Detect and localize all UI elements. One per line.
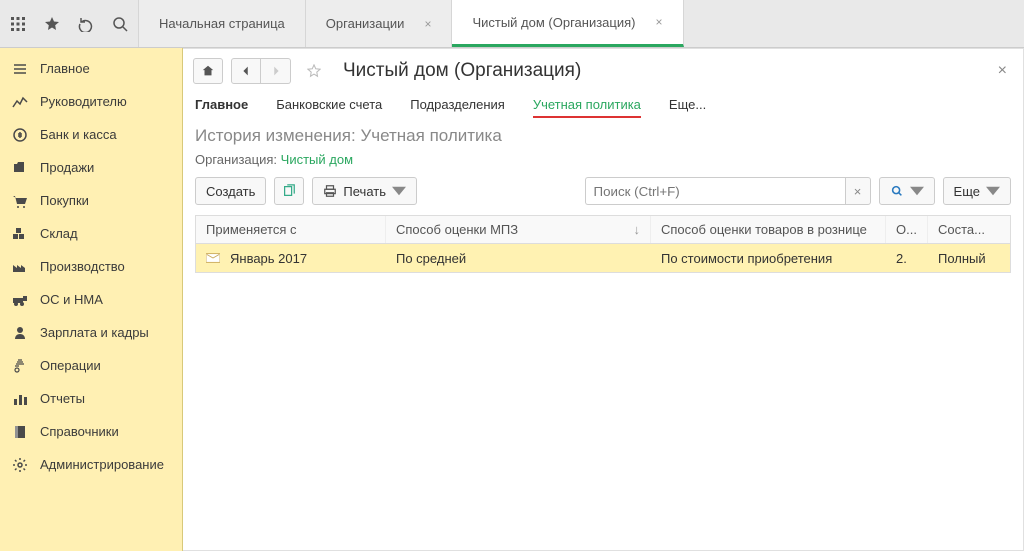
favorite-star-icon[interactable]	[299, 58, 329, 84]
cell-sostav: Полный	[928, 251, 1010, 266]
col-retail-method[interactable]: Способ оценки товаров в рознице	[651, 216, 886, 243]
subnav-bank-accounts[interactable]: Банковские счета	[276, 97, 382, 118]
sidebar-item-admin[interactable]: Администрирование	[0, 448, 182, 481]
main-toolbar: Чистый дом (Организация) ×	[183, 49, 1023, 93]
org-value[interactable]: Чистый дом	[281, 152, 353, 167]
action-bar: Создать Печать × Еще	[183, 177, 1023, 215]
sidebar-item-label: Главное	[40, 61, 90, 76]
sidebar-item-warehouse[interactable]: Склад	[0, 217, 182, 250]
close-icon[interactable]: ×	[655, 15, 662, 29]
forward-button[interactable]	[261, 58, 291, 84]
cell-retail: По стоимости приобретения	[651, 251, 886, 266]
top-icon-group	[0, 0, 139, 47]
col-sostav[interactable]: Соста...	[928, 216, 1010, 243]
button-label: Печать	[343, 184, 386, 199]
sidebar-item-label: Руководителю	[40, 94, 127, 109]
page-title: Чистый дом (Организация)	[343, 60, 581, 82]
sidebar-item-label: Администрирование	[40, 457, 164, 472]
sidebar-item-main[interactable]: Главное	[0, 52, 182, 85]
tab-start-page[interactable]: Начальная страница	[139, 0, 306, 47]
sidebar-item-manager[interactable]: Руководителю	[0, 85, 182, 118]
close-button[interactable]: ×	[992, 62, 1013, 80]
sidebar-item-purchases[interactable]: Покупки	[0, 184, 182, 217]
sidebar-item-reports[interactable]: Отчеты	[0, 382, 182, 415]
sidebar-item-label: Покупки	[40, 193, 89, 208]
star-icon[interactable]	[42, 14, 62, 34]
subnav-main[interactable]: Главное	[195, 97, 248, 118]
sidebar-item-sales[interactable]: Продажи	[0, 151, 182, 184]
sidebar-item-label: Зарплата и кадры	[40, 325, 149, 340]
section-nav: Главное Банковские счета Подразделения У…	[183, 93, 1023, 120]
sidebar-nav: Главное Руководителю Банк и касса Продаж…	[0, 48, 183, 551]
create-button[interactable]: Создать	[195, 177, 266, 205]
col-mpz-method[interactable]: Способ оценки МПЗ↓	[386, 216, 651, 243]
back-button[interactable]	[231, 58, 261, 84]
org-label: Организация:	[195, 152, 277, 167]
cell-mpz: По средней	[386, 251, 651, 266]
organization-line: Организация: Чистый дом	[183, 148, 1023, 177]
search-input[interactable]	[585, 177, 845, 205]
sidebar-item-label: ОС и НМА	[40, 292, 103, 307]
cell-short: 2.	[886, 251, 928, 266]
more-button[interactable]: Еще	[943, 177, 1011, 205]
sort-indicator-icon: ↓	[634, 222, 641, 237]
sidebar-item-label: Производство	[40, 259, 125, 274]
tab-organizations[interactable]: Организации ×	[306, 0, 453, 47]
sidebar-item-label: Отчеты	[40, 391, 85, 406]
col-short[interactable]: О...	[886, 216, 928, 243]
tab-label: Чистый дом (Организация)	[472, 15, 635, 30]
subnav-more[interactable]: Еще...	[669, 97, 706, 118]
sidebar-item-catalogs[interactable]: Справочники	[0, 415, 182, 448]
page-subtitle: История изменения: Учетная политика	[183, 120, 1023, 148]
sidebar-item-label: Операции	[40, 358, 101, 373]
sidebar-item-operations[interactable]: Операции	[0, 349, 182, 382]
policy-table: Применяется с Способ оценки МПЗ↓ Способ …	[195, 215, 1011, 273]
apps-icon[interactable]	[8, 14, 28, 34]
tab-organization-card[interactable]: Чистый дом (Организация) ×	[452, 0, 683, 47]
clear-search-button[interactable]: ×	[845, 177, 871, 205]
button-label: Еще	[954, 184, 980, 199]
search-icon[interactable]	[110, 14, 130, 34]
tab-strip: Начальная страница Организации × Чистый д…	[139, 0, 684, 47]
subnav-accounting-policy[interactable]: Учетная политика	[533, 97, 641, 118]
sidebar-item-assets[interactable]: ОС и НМА	[0, 283, 182, 316]
sidebar-item-label: Склад	[40, 226, 78, 241]
sidebar-item-production[interactable]: Производство	[0, 250, 182, 283]
tab-label: Начальная страница	[159, 16, 285, 31]
sidebar-item-bank[interactable]: Банк и касса	[0, 118, 182, 151]
subnav-departments[interactable]: Подразделения	[410, 97, 505, 118]
home-button[interactable]	[193, 58, 223, 84]
table-row[interactable]: Январь 2017 По средней По стоимости прио…	[196, 244, 1010, 272]
table-header: Применяется с Способ оценки МПЗ↓ Способ …	[196, 216, 1010, 244]
cell-applied: Январь 2017	[230, 251, 307, 266]
sidebar-item-label: Банк и касса	[40, 127, 117, 142]
search-dropdown-button[interactable]	[879, 177, 935, 205]
print-button[interactable]: Печать	[312, 177, 417, 205]
sidebar-item-label: Продажи	[40, 160, 94, 175]
sidebar-item-label: Справочники	[40, 424, 119, 439]
button-label: Создать	[206, 184, 255, 199]
history-icon[interactable]	[76, 14, 96, 34]
col-applied-from[interactable]: Применяется с	[196, 216, 386, 243]
copy-button[interactable]	[274, 177, 304, 205]
main-content: Чистый дом (Организация) × Главное Банко…	[183, 48, 1024, 551]
top-toolbar: Начальная страница Организации × Чистый д…	[0, 0, 1024, 48]
close-icon[interactable]: ×	[424, 17, 431, 31]
sidebar-item-payroll[interactable]: Зарплата и кадры	[0, 316, 182, 349]
row-icon	[206, 251, 220, 266]
tab-label: Организации	[326, 16, 405, 31]
